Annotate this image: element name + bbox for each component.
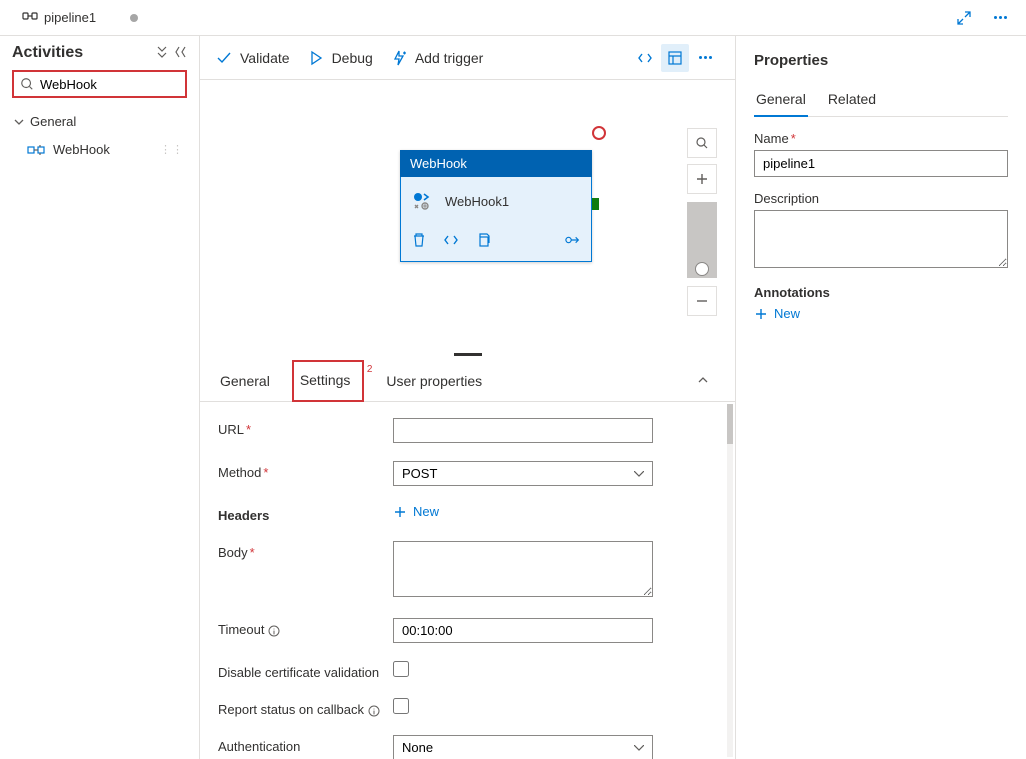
plus-icon	[754, 307, 768, 321]
expand-icon[interactable]	[950, 4, 978, 32]
toolbar-more-button[interactable]	[691, 44, 719, 72]
node-output-button[interactable]	[565, 232, 581, 251]
check-icon	[216, 50, 232, 66]
properties-tab-related[interactable]: Related	[826, 83, 878, 116]
code-view-button[interactable]	[631, 44, 659, 72]
tab-user-properties[interactable]: User properties	[382, 361, 486, 401]
properties-tab-general[interactable]: General	[754, 83, 808, 117]
copy-node-button[interactable]	[475, 232, 491, 251]
canvas-fit-button[interactable]	[687, 128, 717, 158]
add-header-button[interactable]: New	[393, 504, 439, 519]
activity-group-general[interactable]: General	[12, 108, 187, 135]
pipeline-description-textarea[interactable]	[754, 210, 1008, 268]
report-status-checkbox[interactable]	[393, 698, 409, 714]
properties-panel: Properties General Related Name* Descrip…	[736, 36, 1026, 759]
activity-item-label: WebHook	[53, 142, 110, 157]
body-textarea[interactable]	[393, 541, 653, 597]
settings-scrollbar-thumb[interactable]	[727, 404, 733, 444]
hide-panel-icon[interactable]	[175, 46, 187, 61]
search-icon	[20, 77, 34, 91]
collapse-all-icon[interactable]	[155, 46, 169, 61]
pipeline-icon	[22, 8, 38, 27]
activity-settings-panel: General Settings 2 User properties URL* …	[200, 360, 735, 759]
add-trigger-button[interactable]: Add trigger	[391, 50, 483, 66]
settings-scrollbar[interactable]	[727, 404, 733, 757]
pipeline-canvas[interactable]: WebHook WebHook1	[200, 80, 735, 348]
unsaved-indicator-icon	[130, 14, 138, 22]
node-name: WebHook1	[445, 194, 509, 209]
pipeline-name-input[interactable]	[754, 150, 1008, 177]
pipeline-tab[interactable]: pipeline1	[12, 4, 148, 31]
tab-title: pipeline1	[44, 10, 96, 25]
tab-settings[interactable]: Settings 2	[292, 360, 365, 402]
timeout-input[interactable]	[393, 618, 653, 643]
activities-panel: Activities General WebHook ⋮⋮	[0, 36, 200, 759]
add-annotation-button[interactable]: New	[754, 306, 1008, 321]
url-input[interactable]	[393, 418, 653, 443]
zoom-in-button[interactable]	[687, 164, 717, 194]
panel-resizer[interactable]	[200, 348, 735, 360]
annotations-label: Annotations	[754, 285, 1008, 300]
zoom-slider-handle[interactable]	[695, 262, 709, 276]
validate-button[interactable]: Validate	[216, 50, 290, 66]
more-actions-button[interactable]	[986, 4, 1014, 32]
editor-tabbar: pipeline1	[0, 0, 1026, 36]
properties-title: Properties	[754, 52, 1008, 69]
canvas-zoom-controls	[687, 128, 717, 316]
tab-general[interactable]: General	[216, 361, 274, 401]
ellipsis-icon	[994, 16, 1007, 19]
properties-toggle-button[interactable]	[661, 44, 689, 72]
settings-error-badge: 2	[367, 364, 373, 375]
chevron-down-icon	[14, 114, 24, 129]
disable-cert-checkbox[interactable]	[393, 661, 409, 677]
node-success-port[interactable]	[592, 198, 599, 210]
collapse-settings-button[interactable]	[687, 363, 719, 398]
validation-error-icon	[592, 126, 606, 140]
webhook-activity-node[interactable]: WebHook WebHook1	[400, 150, 592, 262]
activities-heading: Activities	[12, 44, 83, 62]
webhook-node-icon	[411, 189, 433, 214]
delete-node-button[interactable]	[411, 232, 427, 251]
description-label: Description	[754, 191, 1008, 206]
authentication-select[interactable]: None	[393, 735, 653, 759]
name-label: Name*	[754, 131, 1008, 146]
info-icon	[268, 625, 280, 637]
activities-search-input[interactable]	[12, 70, 187, 98]
trigger-icon	[391, 50, 407, 66]
webhook-icon	[27, 143, 45, 157]
zoom-out-button[interactable]	[687, 286, 717, 316]
play-icon	[308, 50, 324, 66]
plus-icon	[393, 505, 407, 519]
activity-group-label: General	[30, 114, 76, 129]
method-select[interactable]: POST	[393, 461, 653, 486]
node-type-label: WebHook	[400, 150, 592, 177]
debug-button[interactable]: Debug	[308, 50, 373, 66]
info-icon	[368, 705, 380, 717]
ellipsis-icon	[699, 56, 712, 59]
node-code-button[interactable]	[443, 232, 459, 251]
drag-handle-icon: ⋮⋮	[160, 143, 184, 156]
activity-item-webhook[interactable]: WebHook ⋮⋮	[12, 135, 187, 164]
pipeline-toolbar: Validate Debug Add trigger	[200, 36, 735, 80]
